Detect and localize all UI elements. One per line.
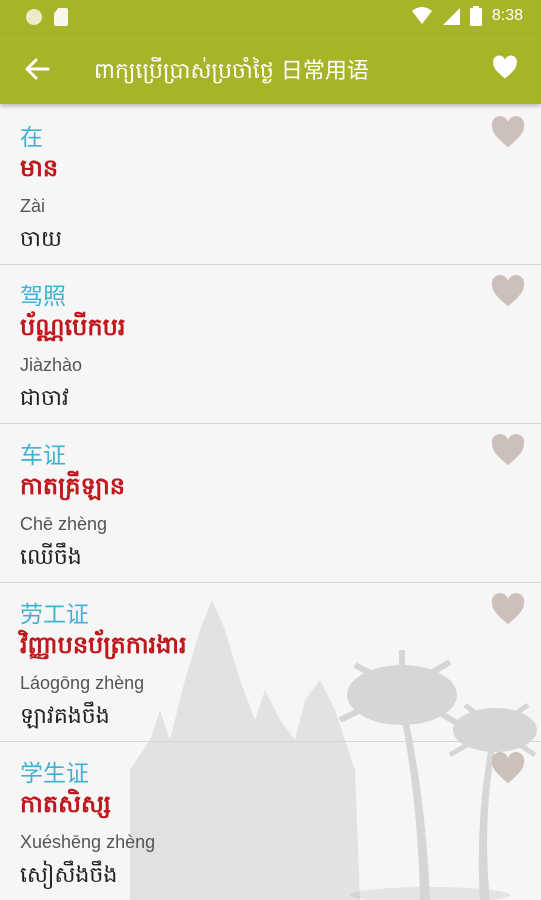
status-bar: 8:38 — [0, 0, 541, 34]
signal-icon — [442, 8, 460, 25]
status-time: 8:38 — [491, 7, 523, 24]
khmer-text: វិញ្ញាបនប័ត្រការងារ — [20, 631, 187, 659]
pinyin-text: Jiàzhào — [20, 355, 83, 375]
back-arrow-icon[interactable] — [22, 54, 52, 84]
chinese-text: 劳工证 — [20, 602, 89, 628]
wifi-icon — [411, 7, 432, 24]
pinyin-text: Xuéshēng zhèng — [20, 832, 156, 852]
sd-card-icon — [54, 8, 68, 26]
list-item[interactable]: 驾照 ប័ណ្ណបើកបរ Jiàzhào ជាចាវ — [0, 265, 541, 424]
favorite-heart-icon[interactable] — [489, 114, 527, 152]
favorites-heart-icon[interactable] — [491, 54, 519, 82]
favorite-heart-icon[interactable] — [489, 750, 527, 788]
pinyin-text: Láogōng zhèng — [20, 673, 145, 693]
pinyin-text: Chē zhèng — [20, 514, 108, 534]
list-item[interactable]: 车证 កាតគ្រីឡាន Chē zhèng ឈើចឹង — [0, 424, 541, 583]
khmer-phonetic-text: សៀសឹងចឹង — [20, 863, 118, 888]
favorite-heart-icon[interactable] — [489, 273, 527, 311]
chinese-text: 学生证 — [20, 761, 89, 787]
list-item[interactable]: 学生证 កាតសិស្ស Xuéshēng zhèng សៀសឹងចឹង — [0, 742, 541, 900]
chinese-text: 在 — [20, 125, 43, 151]
khmer-text: ប័ណ្ណបើកបរ — [20, 313, 126, 341]
khmer-phonetic-text: ឈើចឹង — [20, 545, 82, 570]
favorite-heart-icon[interactable] — [489, 591, 527, 629]
list-item[interactable]: 劳工证 វិញ្ញាបនប័ត្រការងារ Láogōng zhèng ឡា… — [0, 583, 541, 742]
khmer-phonetic-text: ជាចាវ — [20, 386, 69, 411]
khmer-text: មាន — [20, 154, 59, 182]
page-title: ពាក្យប្រើប្រាស់ប្រចាំថ្ងៃ 日常用语 — [94, 59, 369, 84]
favorite-heart-icon[interactable] — [489, 432, 527, 470]
battery-icon — [469, 6, 482, 26]
pinyin-text: Zài — [20, 196, 46, 216]
chinese-text: 车证 — [20, 443, 66, 469]
khmer-phonetic-text: ឡាវគងចឹង — [20, 704, 110, 729]
notification-dot-icon — [26, 9, 42, 25]
phrase-list: 在 មាន Zài ចាយ 驾照 ប័ណ្ណបើកបរ Jiàzhào ជាចា… — [0, 106, 541, 900]
list-item[interactable]: 在 មាន Zài ចាយ — [0, 106, 541, 265]
khmer-text: កាតគ្រីឡាន — [20, 472, 125, 500]
khmer-text: កាតសិស្ស — [20, 790, 111, 818]
khmer-phonetic-text: ចាយ — [20, 227, 62, 252]
chinese-text: 驾照 — [20, 284, 66, 310]
app-toolbar: ពាក្យប្រើប្រាស់ប្រចាំថ្ងៃ 日常用语 — [0, 34, 541, 104]
